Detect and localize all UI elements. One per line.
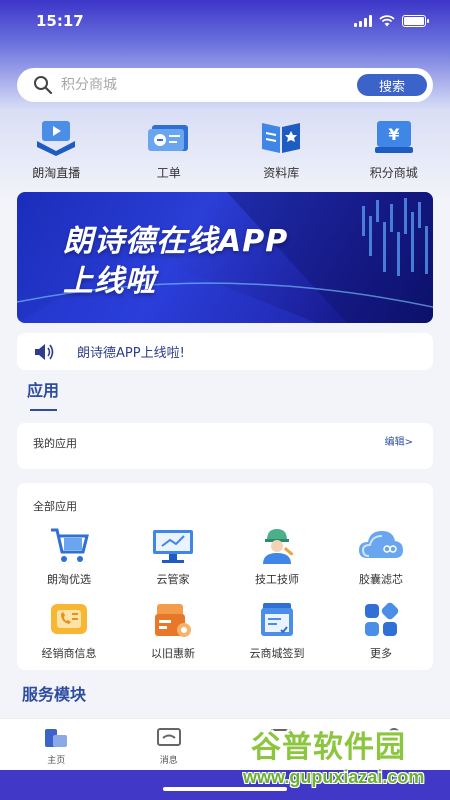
my-apps-card: 我的应用 编辑> (17, 423, 433, 469)
home-icon (42, 725, 70, 751)
apps-section-title: 应用 (27, 381, 60, 400)
app-grid: 朗淘优选 云管家 技工技师 胶囊滤芯 经销商信息 以旧惠新 云商城签到 更多 (17, 525, 433, 661)
app-item-technician[interactable]: 技工技师 (225, 525, 329, 587)
my-apps-label: 我的应用 (33, 437, 77, 450)
profile-icon (380, 725, 408, 751)
speaker-icon (35, 343, 54, 360)
all-apps-card: 全部应用 朗淘优选 云管家 技工技师 胶囊滤芯 经销商信息 以旧惠新 云商城签到… (17, 483, 433, 670)
shopping-cart-icon (44, 525, 94, 567)
quick-nav-label: 资料库 (263, 166, 300, 180)
search-input[interactable] (61, 77, 357, 93)
scan-icon (267, 725, 295, 751)
app-label: 技工技师 (255, 573, 299, 586)
edit-link[interactable]: 编辑> (385, 433, 413, 448)
app-item-cloud-manager[interactable]: 云管家 (121, 525, 225, 587)
library-icon (256, 116, 306, 158)
tab-message[interactable]: 消息 (113, 719, 226, 770)
checkin-icon (252, 599, 302, 641)
app-item-dealer-info[interactable]: 经销商信息 (17, 599, 121, 661)
app-label: 朗淘优选 (47, 573, 91, 586)
tab-home[interactable]: 主页 (0, 719, 113, 770)
search-button[interactable]: 搜索 (357, 74, 427, 96)
banner-title-line1: 朗诗德在线APP (63, 224, 289, 259)
app-label: 更多 (370, 647, 392, 660)
app-label: 云商城签到 (249, 647, 305, 660)
app-item-checkin[interactable]: 云商城签到 (225, 599, 329, 661)
svg-text:¥: ¥ (388, 125, 399, 144)
app-item-capsule-filter[interactable]: 胶囊滤芯 (329, 525, 433, 587)
search-bar[interactable]: 搜索 (17, 68, 433, 102)
more-icon (356, 599, 406, 641)
all-apps-label: 全部应用 (33, 500, 77, 513)
tab-scan[interactable] (225, 719, 338, 770)
notice-bar[interactable]: 朗诗德APP上线啦! (17, 333, 433, 370)
technician-icon (252, 525, 302, 567)
quick-nav-live[interactable]: 朗淘直播 (0, 116, 113, 181)
live-stream-icon (31, 116, 81, 158)
work-order-icon (144, 116, 194, 158)
service-section-title: 服务模块 (22, 685, 87, 704)
app-item-langtao-select[interactable]: 朗淘优选 (17, 525, 121, 587)
quick-nav-label: 工单 (156, 166, 181, 180)
wifi-icon (379, 15, 395, 27)
app-label: 以旧惠新 (151, 647, 195, 660)
status-bar: 15:17 (0, 0, 450, 42)
home-indicator (163, 787, 287, 791)
status-time: 15:17 (36, 12, 84, 30)
app-label: 经销商信息 (41, 647, 97, 660)
tab-label: 主页 (47, 756, 66, 766)
quick-nav: 朗淘直播 工单 资料库 ¥ 积分商城 (0, 116, 450, 181)
banner-title-line2: 上线啦 (63, 264, 156, 299)
points-mall-icon: ¥ (369, 116, 419, 158)
dealer-info-icon (44, 599, 94, 641)
quick-nav-work-order[interactable]: 工单 (113, 116, 226, 181)
tab-profile[interactable] (338, 719, 450, 770)
message-icon (155, 725, 183, 751)
app-item-more[interactable]: 更多 (329, 599, 433, 661)
quick-nav-label: 朗淘直播 (32, 166, 81, 180)
quick-nav-library[interactable]: 资料库 (225, 116, 338, 181)
app-item-trade-in[interactable]: 以旧惠新 (121, 599, 225, 661)
tab-label: 消息 (159, 756, 178, 766)
app-label: 胶囊滤芯 (359, 573, 403, 586)
capsule-filter-icon (356, 525, 406, 567)
battery-icon (402, 15, 429, 27)
signal-icon (354, 15, 372, 27)
section-title-underline (30, 409, 57, 411)
search-icon (34, 76, 53, 95)
quick-nav-label: 积分商城 (369, 166, 418, 180)
status-icons (354, 15, 429, 27)
app-label: 云管家 (156, 573, 190, 586)
promo-banner[interactable]: 朗诗德在线APP 上线啦 (17, 192, 433, 323)
trade-in-icon (148, 599, 198, 641)
tab-bar: 主页 消息 (0, 718, 450, 770)
notice-text: 朗诗德APP上线啦! (77, 346, 185, 361)
cloud-manager-icon (148, 525, 198, 567)
banner-title: 朗诗德在线APP 上线啦 (63, 222, 288, 302)
quick-nav-points-mall[interactable]: ¥ 积分商城 (338, 116, 450, 181)
bottom-strip (0, 770, 450, 800)
